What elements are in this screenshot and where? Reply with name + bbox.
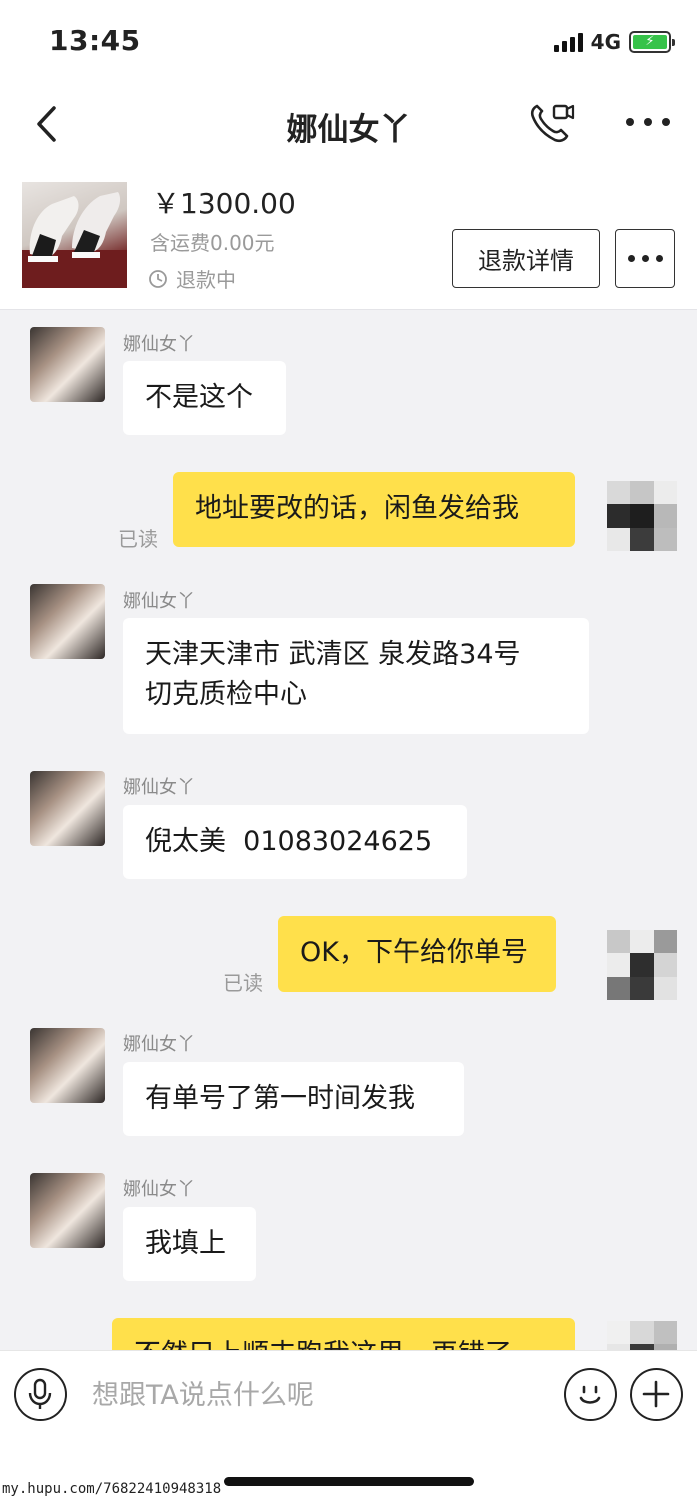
smiley-icon [579, 1385, 601, 1404]
plus-icon [642, 1380, 670, 1408]
signal-icon [553, 32, 583, 52]
contact-avatar[interactable] [30, 584, 105, 659]
read-receipt: 已读 [223, 971, 263, 995]
message-bubble[interactable]: 地址要改的话，闲鱼发给我 [173, 472, 575, 547]
message-bubble[interactable]: 有单号了第一时间发我 [123, 1062, 464, 1136]
watermark: my.hupu.com/76822410948318 [2, 1481, 222, 1497]
order-status: 退款中 [148, 264, 236, 293]
nav-bar: 娜仙女丫 [0, 88, 697, 170]
product-card[interactable]: ￥1300.00 含运费0.00元 退款中 退款详情 [0, 170, 697, 310]
status-indicators: 4G ⚡ [553, 30, 675, 54]
chat-title: 娜仙女丫 [286, 112, 411, 148]
message-bubble[interactable]: OK，下午给你单号 [278, 916, 556, 992]
dot-icon [662, 118, 670, 126]
more-actions-button[interactable] [630, 1368, 683, 1421]
home-indicator[interactable] [224, 1477, 474, 1486]
contact-avatar[interactable] [30, 771, 105, 846]
message-bubble[interactable]: 倪太美 01083024625 [123, 805, 467, 879]
sender-name: 娜仙女丫 [123, 334, 195, 355]
my-avatar[interactable] [607, 930, 677, 1000]
order-status-text: 退款中 [176, 268, 236, 292]
contact-avatar[interactable] [30, 1028, 105, 1103]
message-bubble[interactable]: 天津天津市 武清区 泉发路34号 切克质检中心 [123, 618, 589, 734]
dot-icon [626, 118, 634, 126]
message-bubble[interactable]: 不是这个 [123, 361, 286, 435]
call-button[interactable] [528, 100, 576, 146]
refund-details-button[interactable]: 退款详情 [452, 229, 600, 288]
dot-icon [655, 255, 663, 262]
phone-video-icon [530, 104, 575, 143]
my-avatar[interactable] [607, 481, 677, 551]
battery-icon: ⚡ [629, 31, 675, 53]
message-composer: my.hupu.com/76822410948318 [0, 1350, 697, 1500]
dot-icon [644, 118, 652, 126]
more-options-button[interactable] [626, 108, 670, 136]
status-bar: 13:45 4G ⚡ [0, 0, 697, 88]
microphone-icon [28, 1378, 52, 1409]
emoji-button[interactable] [564, 1368, 617, 1421]
message-bubble[interactable]: 不然只上顺丰跑我这里，再错了 [112, 1318, 575, 1350]
network-type: 4G [590, 30, 621, 54]
sender-name: 娜仙女丫 [123, 591, 195, 612]
my-avatar[interactable] [607, 1321, 677, 1350]
status-time: 13:45 [49, 24, 141, 57]
voice-button[interactable] [14, 1368, 67, 1421]
message-input[interactable] [92, 1373, 532, 1417]
product-shipping: 含运费0.00元 [150, 231, 275, 255]
sender-name: 娜仙女丫 [123, 1034, 195, 1055]
chat-list[interactable]: 娜仙女丫 不是这个 已读 地址要改的话，闲鱼发给我 娜仙女丫 天津天津市 武清区… [0, 311, 697, 1350]
message-bubble[interactable]: 我填上 [123, 1207, 256, 1281]
read-receipt: 已读 [118, 527, 158, 551]
product-price: ￥1300.00 [152, 187, 296, 220]
sneaker-image [22, 192, 127, 288]
dot-icon [627, 255, 635, 262]
order-more-button[interactable] [615, 229, 675, 288]
product-thumbnail[interactable] [22, 182, 127, 288]
sender-name: 娜仙女丫 [123, 777, 195, 798]
clock-icon [149, 269, 167, 288]
dot-icon [641, 255, 649, 262]
sender-name: 娜仙女丫 [123, 1179, 195, 1200]
contact-avatar[interactable] [30, 327, 105, 402]
contact-avatar[interactable] [30, 1173, 105, 1248]
